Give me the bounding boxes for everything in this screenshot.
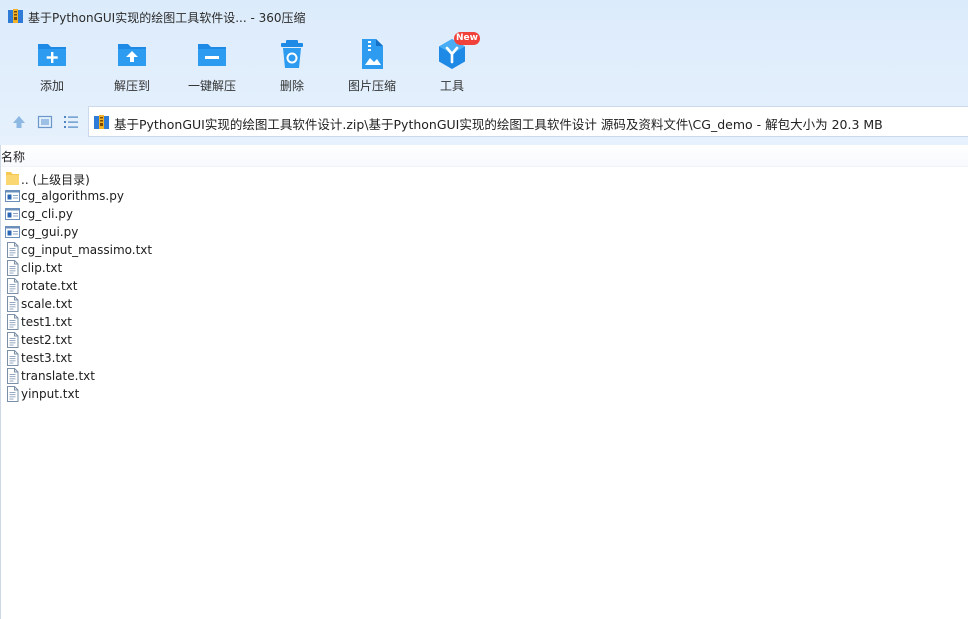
one-click-extract-label: 一键解压 [187,79,236,93]
title-bar: 基于PythonGUI实现的绘图工具软件设... - 360压缩 [0,0,968,32]
text-file-icon [7,368,19,384]
text-file-icon [7,350,19,366]
text-file-icon [7,260,19,276]
window-title: 基于PythonGUI实现的绘图工具软件设... - 360压缩 [28,11,306,25]
file-row[interactable]: clip.txt [1,259,968,277]
file-name: test1.txt [21,315,73,329]
top-area: 基于PythonGUI实现的绘图工具软件设... - 360压缩 添加 解压到 … [0,0,968,145]
folder-icon [6,172,19,185]
file-row[interactable]: cg_input_massimo.txt [1,241,968,259]
list-view-icon[interactable] [62,113,80,131]
python-file-icon [5,208,20,220]
file-name: clip.txt [21,261,63,275]
extract-to-label: 解压到 [113,79,150,93]
file-row[interactable]: cg_algorithms.py [1,187,968,205]
file-name: cg_algorithms.py [21,189,124,203]
new-badge: New [454,32,480,45]
archive-icon [94,115,109,129]
address-bar[interactable]: 基于PythonGUI实现的绘图工具软件设计.zip\基于PythonGUI实现… [88,106,968,137]
file-name: yinput.txt [21,387,80,401]
file-name: .. (上级目录) [21,173,90,187]
file-row[interactable]: yinput.txt [1,385,968,403]
file-row[interactable]: test1.txt [1,313,968,331]
image-compress-label: 图片压缩 [347,79,396,93]
file-rows: .. (上级目录) cg_algorithms.py cg_cli.py cg_gui… [1,169,968,403]
image-compress-button[interactable]: 图片压缩 [332,34,412,96]
one-click-extract-button[interactable]: 一键解压 [172,34,252,96]
toolbar: 添加 解压到 一键解压 删除 图片压缩 工具 [0,34,968,96]
delete-button[interactable]: 删除 [252,34,332,96]
file-name: cg_cli.py [21,207,74,221]
file-name: cg_gui.py [21,225,79,239]
python-file-icon [5,190,20,202]
image-compress-icon [362,39,383,69]
column-name-label: 名称 [1,150,26,164]
text-file-icon [7,386,19,402]
extract-to-icon [118,44,146,66]
python-file-icon [5,226,20,238]
add-icon [38,44,66,66]
add-label: 添加 [39,79,64,93]
file-row[interactable]: cg_gui.py [1,223,968,241]
file-row[interactable]: test2.txt [1,331,968,349]
address-path: 基于PythonGUI实现的绘图工具软件设计.zip\基于PythonGUI实现… [114,117,883,132]
text-file-icon [7,278,19,294]
text-file-icon [7,314,19,330]
extract-to-button[interactable]: 解压到 [92,34,172,96]
file-list: 名称 .. (上级目录) cg_algorithms.py cg_cli.py cg_… [0,145,968,619]
parent-directory-row[interactable]: .. (上级目录) [1,169,968,187]
text-file-icon [7,332,19,348]
delete-icon [281,40,303,68]
file-name: rotate.txt [21,279,78,293]
thumbnail-view-icon[interactable] [36,113,54,131]
file-row[interactable]: cg_cli.py [1,205,968,223]
file-name: cg_input_massimo.txt [21,243,153,257]
file-name: test3.txt [21,351,73,365]
file-row[interactable]: scale.txt [1,295,968,313]
tools-label: 工具 [439,79,464,93]
text-file-icon [7,242,19,258]
delete-label: 删除 [279,79,304,93]
file-name: scale.txt [21,297,73,311]
tools-button[interactable]: 工具 [412,34,492,96]
add-button[interactable]: 添加 [12,34,92,96]
file-row[interactable]: translate.txt [1,367,968,385]
column-header-name[interactable]: 名称 [1,145,968,167]
file-name: translate.txt [21,369,95,383]
up-arrow-icon[interactable] [10,113,28,131]
app-window: 基于PythonGUI实现的绘图工具软件设... - 360压缩 添加 解压到 … [0,0,968,619]
one-click-extract-icon [198,44,226,66]
file-name: test2.txt [21,333,73,347]
file-row[interactable]: rotate.txt [1,277,968,295]
text-file-icon [7,296,19,312]
archive-app-icon [8,9,23,23]
file-row[interactable]: test3.txt [1,349,968,367]
